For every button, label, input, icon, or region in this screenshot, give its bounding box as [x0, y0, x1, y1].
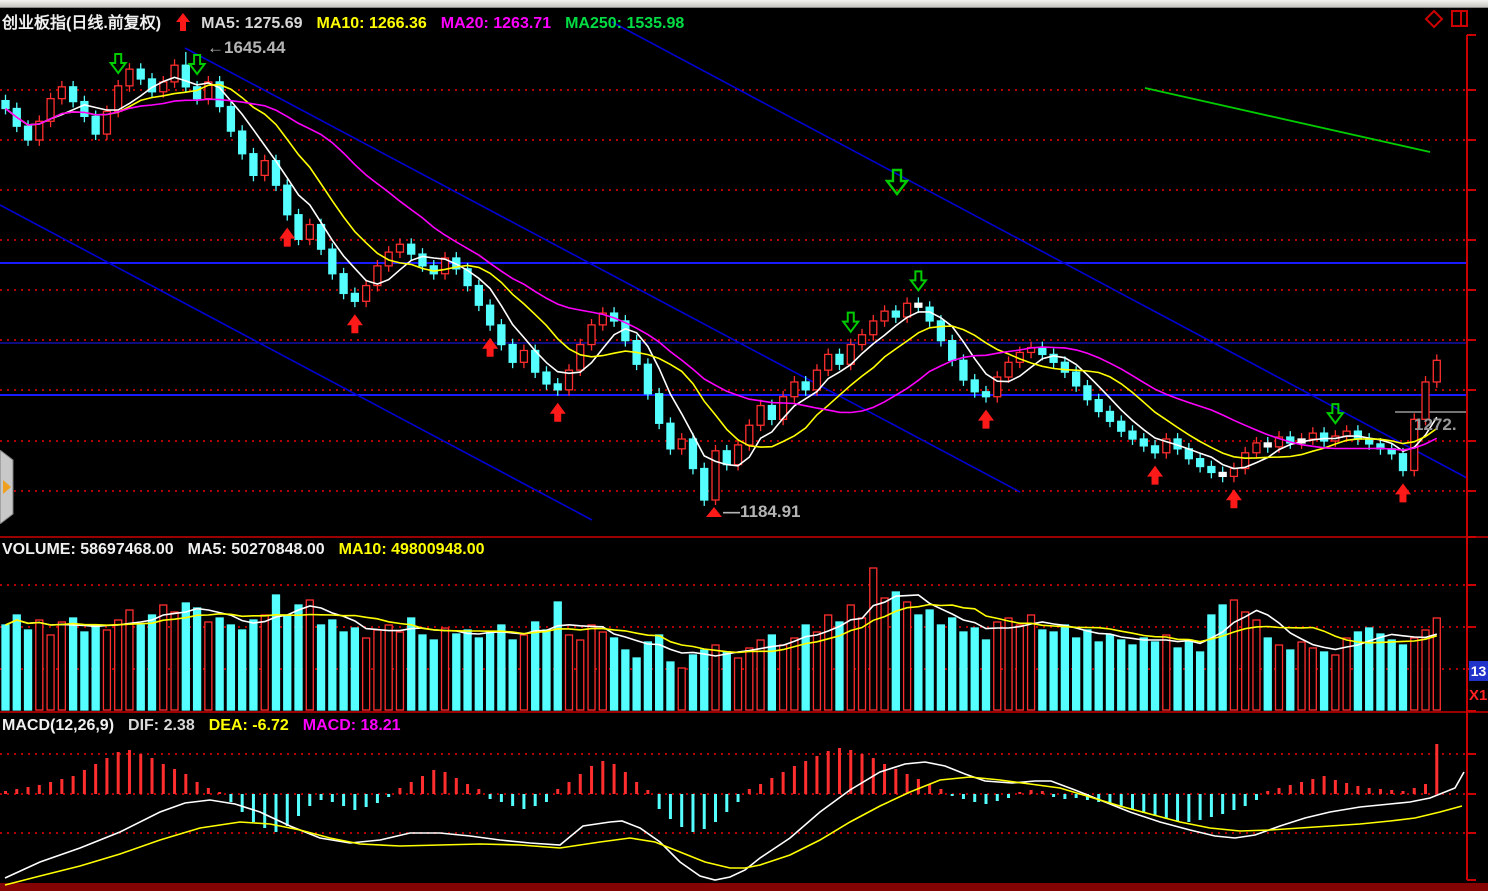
volume-value: VOLUME: 58697468.00	[2, 541, 174, 558]
up-arrow-icon	[175, 13, 191, 31]
buy-arrow-icon	[1147, 466, 1163, 485]
sidebar-expander[interactable]	[0, 450, 14, 524]
last-price-label: 1272.	[1414, 415, 1457, 435]
main-chart-header: 创业板指(日线.前复权) MA5: 1275.69 MA10: 1266.36 MA2…	[2, 9, 698, 33]
buy-arrow-icon	[347, 314, 363, 333]
peak-price-annotation: ←1645.44	[207, 38, 285, 58]
buy-arrow-icon	[1395, 483, 1411, 502]
sell-arrow-icon	[911, 271, 926, 290]
candlesticks	[2, 52, 1440, 506]
pane-frame	[0, 35, 1488, 891]
sell-arrow-icon	[111, 54, 126, 73]
macd-histogram	[4, 744, 1438, 832]
macd-name: MACD(12,26,9)	[2, 717, 114, 734]
restore-window-icon	[1452, 11, 1467, 26]
macd-lines	[5, 762, 1464, 885]
volume-ma5-value: MA5: 50270848.00	[188, 541, 325, 558]
trough-price-annotation: —1184.91	[723, 502, 801, 522]
buy-arrow-icon	[550, 403, 566, 422]
macd-value: MACD: 18.21	[303, 717, 401, 734]
chart-canvas[interactable]	[0, 0, 1488, 891]
volume-ma10-value: MA10: 49800948.00	[339, 541, 485, 558]
ma250-line	[1145, 88, 1430, 152]
volume-multiplier-label: X1	[1469, 687, 1487, 704]
buy-arrow-icon	[1226, 489, 1242, 508]
buy-arrow-icon	[978, 410, 994, 429]
sell-arrow-icon	[843, 313, 858, 332]
dif-value: DIF: 2.38	[128, 717, 195, 734]
titlebar-icons[interactable]	[1426, 11, 1467, 27]
stock-app-window: { "header": { "title": "创业板指(日线.前复权)", "…	[0, 0, 1488, 891]
chart-title: 创业板指(日线.前复权)	[2, 15, 161, 32]
macd-header: MACD(12,26,9) DIF: 2.38 DEA: -6.72 MACD: 18…	[2, 717, 415, 735]
buy-arrow-icon	[279, 228, 295, 247]
diamond-icon	[1426, 11, 1442, 27]
ma5-value: MA5: 1275.69	[201, 15, 302, 32]
ma20-value: MA20: 1263.71	[441, 15, 551, 32]
volume-scale-badge: 13	[1469, 661, 1488, 681]
price-ma-lines	[6, 77, 1437, 468]
volume-bars	[2, 568, 1440, 710]
volume-header: VOLUME: 58697468.00 MA5: 50270848.00 MA10:…	[2, 541, 499, 559]
trough-marker-icon	[706, 507, 722, 517]
dea-value: DEA: -6.72	[209, 717, 289, 734]
ma250-value: MA250: 1535.98	[565, 15, 684, 32]
ma10-value: MA10: 1266.36	[317, 15, 427, 32]
